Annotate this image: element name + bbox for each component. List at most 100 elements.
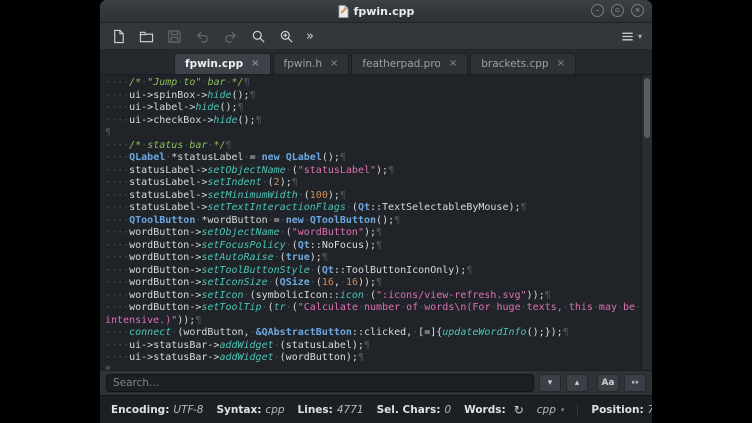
code-token: ui->spinBox->	[129, 90, 207, 101]
code-token: ¶	[195, 315, 201, 326]
code-token: wordButton->	[129, 302, 201, 313]
code-token: ();	[322, 152, 340, 163]
vertical-scrollbar[interactable]	[641, 75, 652, 370]
code-token: */	[213, 140, 225, 151]
language-selector[interactable]: cpp ▾	[537, 404, 565, 416]
search-input[interactable]	[106, 374, 534, 392]
code-token: ));	[177, 315, 195, 326]
chevron-up-icon: ▴	[575, 378, 580, 388]
code-line: ····ui->statusBar->addWidget·(statusLabe…	[105, 340, 642, 353]
refresh-word-count-button[interactable]: ↻	[514, 403, 524, 417]
open-file-button[interactable]	[138, 28, 155, 45]
code-token: huge	[497, 302, 521, 313]
code-token: bar	[207, 77, 225, 88]
code-token: wordButton->	[129, 277, 201, 288]
code-token: "wordButton"	[292, 227, 364, 238]
search-icon	[251, 29, 266, 44]
words-status: Words:	[464, 404, 506, 416]
search-bar: ▾ ▴ Aa ↔	[100, 370, 652, 395]
code-token: tr	[274, 302, 286, 313]
tab-close-icon[interactable]: ×	[557, 59, 565, 69]
status-bar-right: cpp ▾ Position: 73	[537, 404, 652, 416]
tab-brackets.cpp[interactable]: brackets.cpp×	[470, 53, 576, 74]
sel-chars-label: Sel. Chars:	[377, 404, 441, 416]
code-token: addWidget	[219, 352, 273, 363]
code-token: wordButton->	[129, 265, 201, 276]
code-line: ····connect·(wordButton,·&QAbstractButto…	[105, 327, 642, 340]
maximize-button[interactable]: ▫	[611, 4, 624, 17]
code-token: ui->statusBar->	[129, 352, 219, 363]
new-file-button[interactable]	[110, 28, 127, 45]
search-button[interactable]	[250, 28, 267, 45]
code-line: ····wordButton->setToolButtonStyle·(Qt::…	[105, 265, 642, 278]
code-token: of	[406, 302, 418, 313]
window-title: fpwin.cpp	[338, 5, 415, 18]
code-line: ····wordButton->setObjectName·("wordButt…	[105, 227, 642, 240]
whole-word-icon: ↔	[631, 378, 639, 388]
code-token: ¶	[238, 102, 244, 113]
code-token: ::NoFocus);	[310, 240, 376, 251]
tab-close-icon[interactable]: ×	[251, 59, 259, 69]
code-token: );	[310, 252, 322, 263]
code-token: ¶	[244, 77, 250, 88]
scrollbar-thumb[interactable]	[644, 78, 650, 138]
encoding-label: Encoding:	[111, 404, 169, 416]
code-token: status	[147, 140, 183, 151]
find-next-button[interactable]: ▾	[539, 374, 561, 392]
code-token: ();});	[527, 327, 563, 338]
code-token: number	[364, 302, 400, 313]
save-file-icon	[167, 29, 182, 44]
code-token: ¶	[340, 152, 346, 163]
whole-word-button[interactable]: ↔	[624, 374, 646, 392]
zoom-in-button[interactable]	[278, 28, 295, 45]
redo-icon	[223, 29, 238, 44]
code-token: be	[623, 302, 635, 313]
code-token: icon	[340, 290, 364, 301]
save-file-button[interactable]	[166, 28, 183, 45]
code-token: ();	[238, 115, 256, 126]
code-token: ();	[376, 215, 394, 226]
tab-close-icon[interactable]: ×	[449, 59, 457, 69]
code-token: /*	[129, 140, 141, 151]
close-button[interactable]: ×	[631, 4, 644, 17]
code-token: ui->statusBar->	[129, 340, 219, 351]
position-value: 73	[648, 404, 652, 416]
main-menu-button[interactable]: ▾	[620, 29, 642, 44]
code-token: ¶	[292, 177, 298, 188]
code-token: setIcon	[201, 290, 243, 301]
minimize-button[interactable]: –	[591, 4, 604, 17]
tab-close-icon[interactable]: ×	[330, 59, 338, 69]
code-token: ¶	[340, 190, 346, 201]
window-title-text: fpwin.cpp	[354, 5, 415, 18]
hamburger-menu-icon	[620, 29, 635, 44]
code-token: ¶	[466, 265, 472, 276]
code-token: to"	[183, 77, 201, 88]
redo-button[interactable]	[222, 28, 239, 45]
code-token: ));	[527, 290, 545, 301]
code-token: ¶	[250, 90, 256, 101]
lines-value: 4771	[337, 404, 364, 416]
code-token: ¶	[376, 227, 382, 238]
code-token: ();	[232, 90, 250, 101]
code-token: ¶	[256, 115, 262, 126]
tab-fpwin.h[interactable]: fpwin.h×	[273, 53, 350, 74]
code-token: setToolTip	[201, 302, 261, 313]
title-bar[interactable]: fpwin.cpp – ▫ ×	[100, 0, 652, 23]
toolbar-overflow-button[interactable]: »	[306, 30, 314, 43]
code-token: */	[232, 77, 244, 88]
code-line: intensive.)"));¶	[105, 315, 642, 328]
code-token: new	[286, 215, 304, 226]
tab-label: fpwin.cpp	[185, 58, 243, 70]
syntax-label: Syntax:	[216, 404, 261, 416]
tab-featherpad.pro[interactable]: featherpad.pro×	[351, 53, 468, 74]
code-token: words\n(For	[424, 302, 490, 313]
find-previous-button[interactable]: ▴	[566, 374, 588, 392]
code-token: setAutoRaise	[201, 252, 273, 263]
match-case-button[interactable]: Aa	[597, 374, 619, 392]
code-token: Qt	[322, 265, 334, 276]
tab-fpwin.cpp[interactable]: fpwin.cpp ×	[174, 53, 271, 74]
undo-button[interactable]	[194, 28, 211, 45]
code-area[interactable]: ····/*·"Jump·to"·bar·*/¶····ui->spinBox-…	[100, 75, 642, 370]
code-token: *wordButton	[201, 215, 267, 226]
code-token: (statusLabel);	[280, 340, 364, 351]
